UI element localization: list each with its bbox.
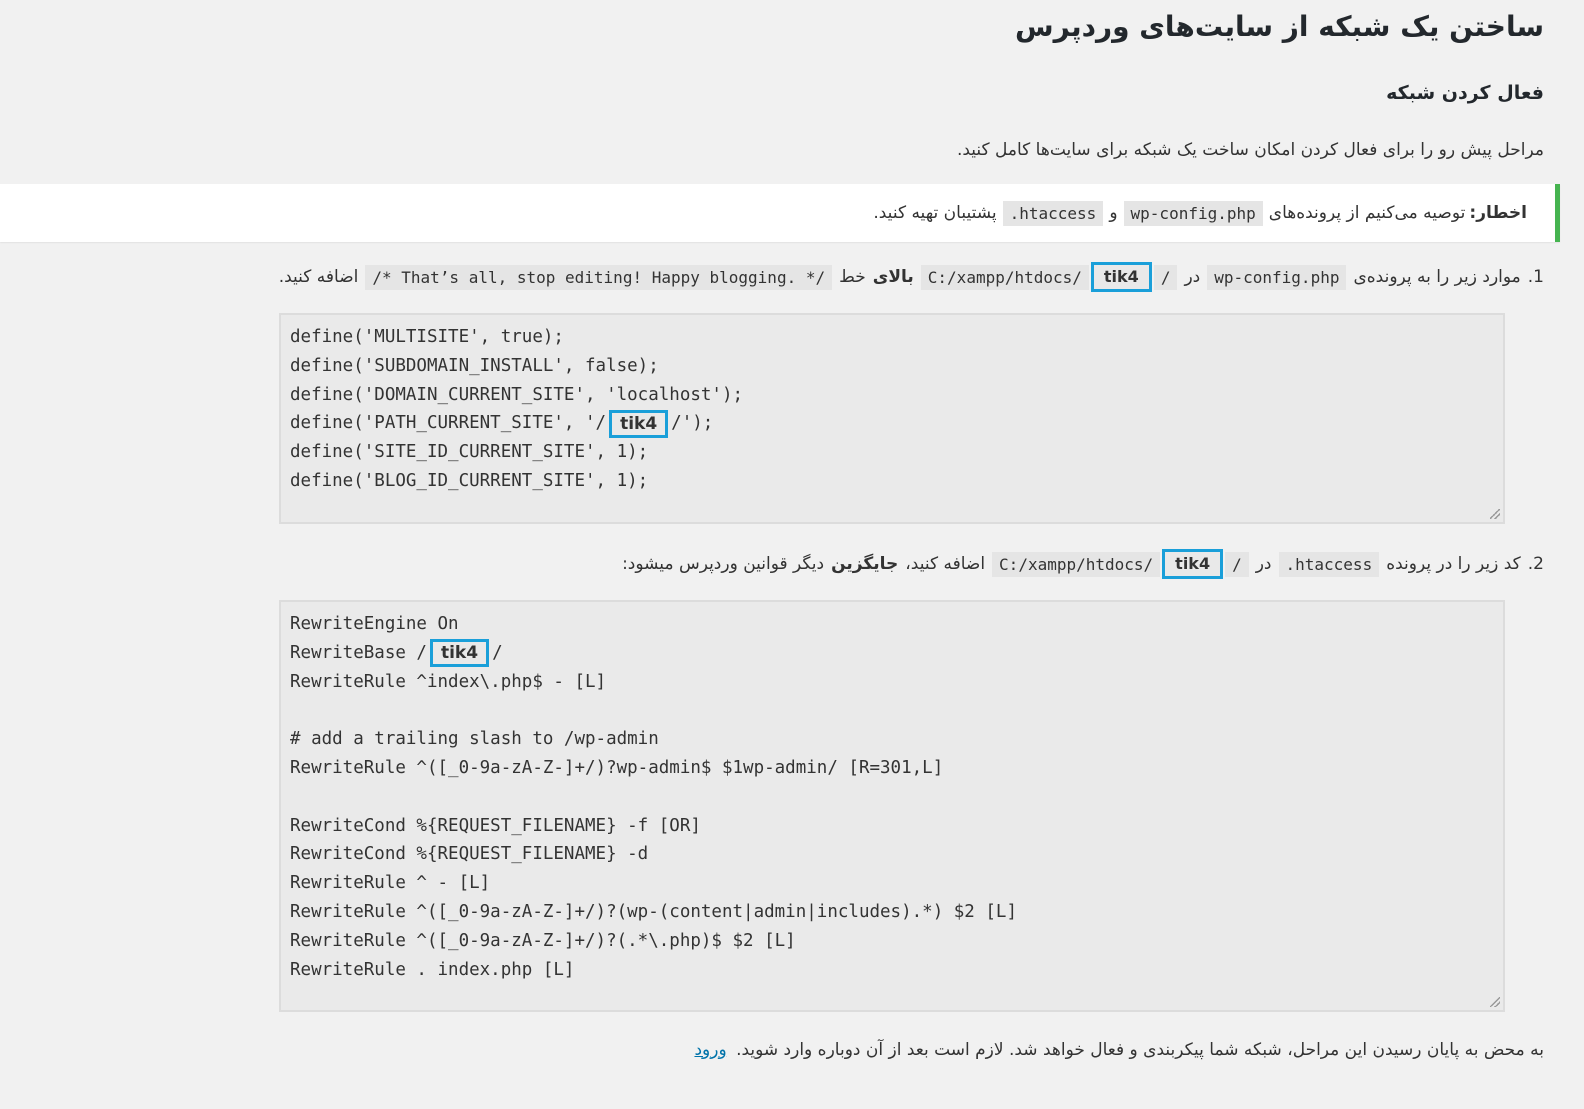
code-line: RewriteEngine On (290, 614, 459, 634)
code-segment: define('PATH_CURRENT_SITE', '/ (290, 413, 607, 434)
page-title: ساختن یک شبکه از سایت‌های وردپرس (1015, 10, 1544, 43)
notice-file-htaccess: .htaccess (1002, 200, 1104, 226)
network-setup-page: ساختن یک شبکه از سایت‌های وردپرس فعال کر… (0, 0, 1584, 1109)
path-suffix: / (1225, 551, 1249, 577)
step-number: 2. (1527, 554, 1544, 574)
code-line: RewriteRule ^([_0-9a-zA-Z-]+/)?(.*\.php)… (290, 930, 796, 951)
step-number: 1. (1527, 267, 1544, 287)
install-path: C:/xampp/htdocs/ tik4 / (920, 262, 1178, 292)
step-replace: جایگزین (831, 554, 899, 574)
code-line: define('DOMAIN_CURRENT_SITE', 'localhost… (290, 384, 744, 405)
htaccess-code-textarea[interactable]: RewriteEngine On RewriteBase / tik4 / Re… (279, 600, 1505, 1012)
code-line: define('PATH_CURRENT_SITE', '/ tik4 /'); (290, 409, 1494, 438)
notice-text-end: پشتیبان تهیه کنید. (873, 203, 997, 223)
highlight-site-folder: tik4 (1162, 549, 1224, 579)
notice-and: و (1109, 203, 1118, 223)
step-above: بالای (872, 267, 914, 287)
code-segment: / (492, 642, 503, 663)
notice-label: اخطار: (1469, 203, 1527, 223)
notice-text: توصیه می‌کنیم از پرونده‌های (1268, 203, 1466, 223)
highlight-site-folder: tik4 (429, 639, 490, 668)
step-text: کد زیر را در پرونده (1386, 554, 1521, 574)
footer-text: به محض به پایان رسیدن این مراحل، شبکه شم… (694, 1040, 1544, 1060)
resize-handle-icon[interactable] (1490, 997, 1500, 1007)
wp-config-code-textarea[interactable]: define('MULTISITE', true); define('SUBDO… (279, 313, 1505, 524)
notice-file-wpconfig: wp-config.php (1123, 200, 1263, 226)
code-segment: RewriteBase / (290, 642, 427, 663)
code-line: # add a trailing slash to /wp-admin (290, 729, 659, 750)
code-line: RewriteRule ^index\.php$ - [L] (290, 671, 607, 692)
path-prefix: C:/xampp/htdocs/ (920, 264, 1089, 290)
login-link[interactable]: ورود (694, 1040, 726, 1060)
code-line: RewriteCond %{REQUEST_FILENAME} -d (290, 844, 649, 865)
step-file-wpconfig: wp-config.php (1207, 264, 1347, 290)
resize-handle-icon[interactable] (1490, 509, 1500, 519)
intro-text: مراحل پیش رو را برای فعال کردن امکان ساخ… (956, 140, 1544, 160)
path-suffix: / (1153, 264, 1178, 290)
step-text: موارد زیر را به پرونده‌ی (1353, 267, 1521, 287)
highlight-site-folder: tik4 (1090, 262, 1152, 292)
step-file-htaccess: .htaccess (1278, 551, 1380, 577)
code-line: RewriteCond %{REQUEST_FILENAME} -f [OR] (290, 815, 701, 836)
step-text-end: اضافه کنید. (278, 267, 359, 287)
path-prefix: C:/xampp/htdocs/ (992, 551, 1161, 577)
code-line: RewriteBase / tik4 / (290, 639, 1494, 668)
code-line: define('SITE_ID_CURRENT_SITE', 1); (290, 442, 649, 463)
stop-editing-line: /* That’s all, stop editing! Happy blogg… (365, 264, 833, 290)
step-text-end: دیگر قوانین وردپرس میشود: (622, 554, 825, 574)
highlight-site-folder: tik4 (609, 409, 669, 438)
section-title: فعال کردن شبکه (1386, 82, 1544, 104)
code-line: define('BLOG_ID_CURRENT_SITE', 1); (290, 470, 649, 491)
footer-message: به محض به پایان رسیدن این مراحل، شبکه شم… (736, 1040, 1544, 1060)
step-in: در (1184, 267, 1201, 287)
step-2: 2. کد زیر را در پرونده .htaccess در C:/x… (615, 549, 1544, 579)
step-line-word: خط (839, 267, 866, 287)
step-1: 1. موارد زیر را به پرونده‌ی wp-config.ph… (272, 262, 1544, 292)
code-line: RewriteRule ^ - [L] (290, 873, 491, 894)
code-line: RewriteRule ^([_0-9a-zA-Z-]+/)?(wp-(cont… (290, 901, 1017, 922)
warning-notice: اخطار: توصیه می‌کنیم از پرونده‌های wp-co… (0, 184, 1560, 242)
install-path: C:/xampp/htdocs/ tik4 / (992, 549, 1249, 579)
code-line: RewriteRule . index.php [L] (290, 959, 575, 980)
code-line: define('SUBDOMAIN_INSTALL', false); (290, 355, 659, 376)
code-line: RewriteRule ^([_0-9a-zA-Z-]+/)?wp-admin$… (290, 757, 944, 778)
code-line: define('MULTISITE', true); (290, 327, 564, 347)
step-text-mid: اضافه کنید، (905, 554, 986, 574)
step-in: در (1255, 554, 1272, 574)
code-segment: /'); (671, 413, 714, 434)
